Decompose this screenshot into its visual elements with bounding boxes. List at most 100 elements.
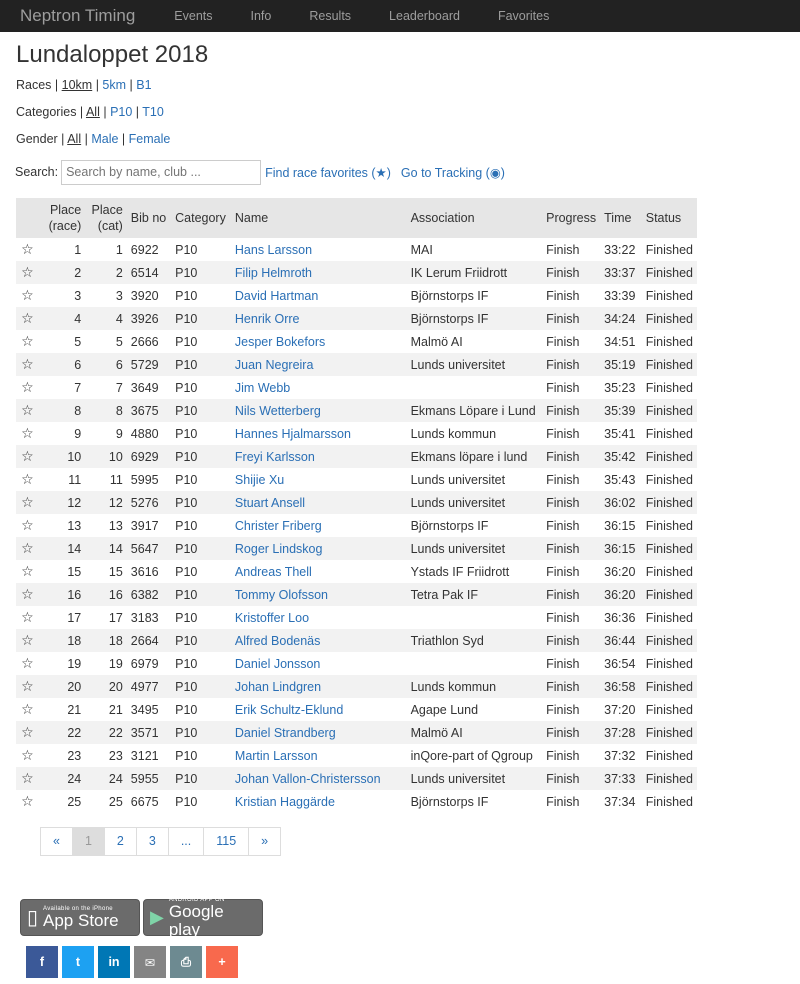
nav-info[interactable]: Info bbox=[232, 0, 291, 32]
runner-name-link[interactable]: David Hartman bbox=[235, 289, 318, 303]
favorite-star-icon[interactable]: ☆ bbox=[16, 537, 37, 560]
category-option-all[interactable]: All bbox=[86, 105, 100, 119]
runner-name-link[interactable]: Andreas Thell bbox=[235, 565, 312, 579]
facebook-share-icon[interactable]: f bbox=[26, 946, 58, 978]
favorite-star-icon[interactable]: ☆ bbox=[16, 721, 37, 744]
cell-place-cat: 11 bbox=[109, 472, 123, 487]
favorite-star-icon[interactable]: ☆ bbox=[16, 629, 37, 652]
favorite-star-icon[interactable]: ☆ bbox=[16, 698, 37, 721]
favorite-star-icon[interactable]: ☆ bbox=[16, 238, 37, 261]
favorite-star-icon[interactable]: ☆ bbox=[16, 560, 37, 583]
runner-name-link[interactable]: Daniel Jonsson bbox=[235, 657, 320, 671]
header-name[interactable]: Name bbox=[231, 198, 407, 238]
go-to-tracking-link[interactable]: Go to Tracking (◉) bbox=[401, 165, 505, 180]
favorite-star-icon[interactable]: ☆ bbox=[16, 583, 37, 606]
race-option-b1[interactable]: B1 bbox=[136, 78, 151, 92]
favorite-star-icon[interactable]: ☆ bbox=[16, 445, 37, 468]
page-link[interactable]: » bbox=[248, 827, 282, 856]
runner-name-link[interactable]: Kristoffer Loo bbox=[235, 611, 309, 625]
runner-name-link[interactable]: Shijie Xu bbox=[235, 473, 284, 487]
brand-logo[interactable]: Neptron Timing bbox=[0, 0, 155, 32]
favorite-star-icon[interactable]: ☆ bbox=[16, 353, 37, 376]
cell-category: P10 bbox=[175, 242, 198, 257]
runner-name-link[interactable]: Filip Helmroth bbox=[235, 266, 312, 280]
runner-name-link[interactable]: Tommy Olofsson bbox=[235, 588, 328, 602]
google-play-badge[interactable]: ▶ ANDROID APP ON Google play bbox=[143, 897, 263, 938]
runner-name-link[interactable]: Christer Friberg bbox=[235, 519, 322, 533]
favorite-star-icon[interactable]: ☆ bbox=[16, 330, 37, 353]
favorite-star-icon[interactable]: ☆ bbox=[16, 422, 37, 445]
more-share-icon[interactable]: + bbox=[206, 946, 238, 978]
runner-name-link[interactable]: Johan Vallon-Christersson bbox=[235, 772, 381, 786]
runner-name-link[interactable]: Erik Schultz-Eklund bbox=[235, 703, 343, 717]
runner-name-link[interactable]: Hannes Hjalmarsson bbox=[235, 427, 351, 441]
runner-name-link[interactable]: Juan Negreira bbox=[235, 358, 314, 372]
nav-leaderboard[interactable]: Leaderboard bbox=[370, 0, 479, 32]
page-link[interactable]: « bbox=[40, 827, 73, 856]
favorite-star-icon[interactable]: ☆ bbox=[16, 261, 37, 284]
favorite-star-icon[interactable]: ☆ bbox=[16, 491, 37, 514]
header-place-cat[interactable]: Place (cat) bbox=[85, 198, 127, 238]
gender-option-female[interactable]: Female bbox=[129, 132, 171, 146]
race-option-5km[interactable]: 5km bbox=[102, 78, 126, 92]
favorite-star-icon[interactable]: ☆ bbox=[16, 376, 37, 399]
cell-progress: Finish bbox=[546, 771, 580, 786]
page-link[interactable]: 2 bbox=[103, 827, 137, 856]
page-link[interactable]: ... bbox=[167, 827, 205, 856]
race-option-10km[interactable]: 10km bbox=[62, 78, 93, 92]
favorite-star-icon[interactable]: ☆ bbox=[16, 790, 37, 813]
favorite-star-icon[interactable]: ☆ bbox=[16, 399, 37, 422]
favorite-star-icon[interactable]: ☆ bbox=[16, 767, 37, 790]
category-option-t10[interactable]: T10 bbox=[142, 105, 164, 119]
linkedin-share-icon[interactable]: in bbox=[98, 946, 130, 978]
app-store-badge[interactable]: ▯ Available on the iPhone App Store bbox=[20, 899, 140, 936]
favorite-star-icon[interactable]: ☆ bbox=[16, 284, 37, 307]
runner-name-link[interactable]: Johan Lindgren bbox=[235, 680, 321, 694]
runner-name-link[interactable]: Roger Lindskog bbox=[235, 542, 323, 556]
cell-progress: Finish bbox=[546, 794, 580, 809]
runner-name-link[interactable]: Jesper Bokefors bbox=[235, 335, 325, 349]
page-link[interactable]: 1 bbox=[71, 827, 105, 856]
runner-name-link[interactable]: Jim Webb bbox=[235, 381, 290, 395]
header-category[interactable]: Category bbox=[171, 198, 231, 238]
page-link[interactable]: 3 bbox=[135, 827, 169, 856]
gender-option-male[interactable]: Male bbox=[91, 132, 118, 146]
favorite-star-icon[interactable]: ☆ bbox=[16, 652, 37, 675]
runner-name-link[interactable]: Daniel Strandberg bbox=[235, 726, 336, 740]
header-time[interactable]: Time bbox=[600, 198, 642, 238]
header-place-race[interactable]: Place (race) bbox=[37, 198, 85, 238]
favorite-star-icon[interactable]: ☆ bbox=[16, 606, 37, 629]
header-association[interactable]: Association bbox=[407, 198, 543, 238]
runner-name-link[interactable]: Henrik Orre bbox=[235, 312, 300, 326]
favorite-star-icon[interactable]: ☆ bbox=[16, 468, 37, 491]
header-status[interactable]: Status bbox=[642, 198, 697, 238]
header-progress[interactable]: Progress bbox=[542, 198, 600, 238]
print-share-icon[interactable]: ⎙ bbox=[170, 946, 202, 978]
cell-bib: 4977 bbox=[130, 679, 159, 694]
category-option-p10[interactable]: P10 bbox=[110, 105, 132, 119]
find-favorites-link[interactable]: Find race favorites (★) bbox=[265, 165, 391, 180]
runner-name-link[interactable]: Alfred Bodenäs bbox=[235, 634, 320, 648]
cell-name: Daniel Strandberg bbox=[231, 721, 407, 744]
nav-favorites[interactable]: Favorites bbox=[479, 0, 568, 32]
favorite-star-icon[interactable]: ☆ bbox=[16, 744, 37, 767]
runner-name-link[interactable]: Martin Larsson bbox=[235, 749, 318, 763]
nav-events[interactable]: Events bbox=[155, 0, 231, 32]
table-row: ☆ 13 13 3917 P10 Christer Friberg Björnstorps … bbox=[16, 514, 697, 537]
runner-name-link[interactable]: Nils Wetterberg bbox=[235, 404, 321, 418]
runner-name-link[interactable]: Freyi Karlsson bbox=[235, 450, 315, 464]
runner-name-link[interactable]: Stuart Ansell bbox=[235, 496, 305, 510]
search-input[interactable] bbox=[61, 159, 262, 185]
twitter-share-icon[interactable]: t bbox=[62, 946, 94, 978]
favorite-star-icon[interactable]: ☆ bbox=[16, 514, 37, 537]
nav-results[interactable]: Results bbox=[290, 0, 370, 32]
favorite-star-icon[interactable]: ☆ bbox=[16, 307, 37, 330]
header-bib[interactable]: Bib no bbox=[127, 198, 171, 238]
favorite-star-icon[interactable]: ☆ bbox=[16, 675, 37, 698]
runner-name-link[interactable]: Kristian Haggärde bbox=[235, 795, 335, 809]
gender-option-all[interactable]: All bbox=[67, 132, 81, 146]
page-link[interactable]: 115 bbox=[203, 827, 250, 856]
runner-name-link[interactable]: Hans Larsson bbox=[235, 243, 312, 257]
email-share-icon[interactable]: ✉ bbox=[134, 946, 166, 978]
cell-status: Finished bbox=[645, 288, 693, 303]
